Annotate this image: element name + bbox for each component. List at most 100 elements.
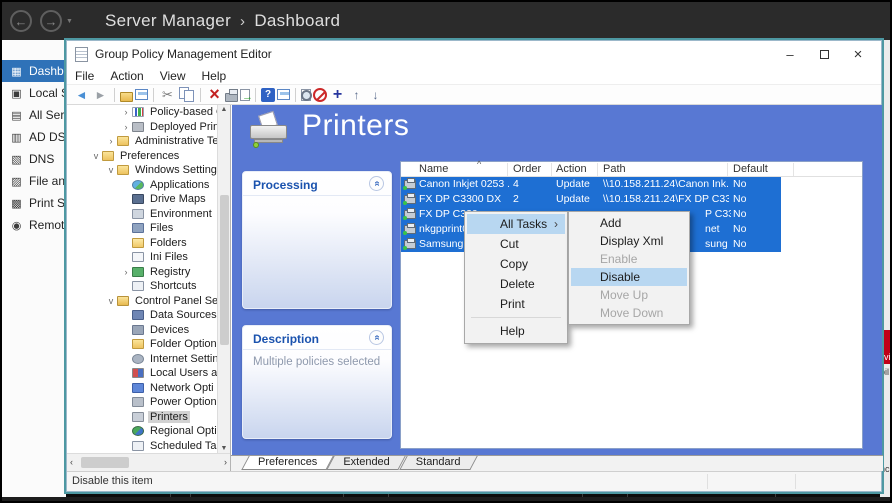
menu-file[interactable]: File (67, 69, 102, 83)
tree-item-scheduled-tas[interactable]: Scheduled Tas (67, 439, 218, 454)
printer-row[interactable]: FX DP C3300 DX2Update\\10.158.211.24\FX … (401, 192, 862, 207)
submenu-item-enable[interactable]: Enable (571, 250, 687, 268)
copy-icon[interactable] (178, 86, 195, 103)
sidebar-item-file-and[interactable]: ▨File and (2, 170, 66, 192)
context-menu-item-print[interactable]: Print (467, 294, 565, 314)
column-header-path[interactable]: Path (603, 163, 626, 175)
context-menu-item-all-tasks[interactable]: All Tasks› (467, 214, 565, 234)
delete-icon[interactable] (206, 86, 223, 103)
tree-item-windows-settings[interactable]: vWindows Settings (67, 163, 218, 178)
maximize-button[interactable] (807, 43, 841, 65)
sidebar-item-remote[interactable]: ◉Remote (2, 214, 66, 236)
export-list-icon[interactable] (240, 89, 250, 101)
tree-item-ini-files[interactable]: Ini Files (67, 250, 218, 265)
tree-item-deployed-prin[interactable]: ›Deployed Prin (67, 120, 218, 135)
scroll-left-icon[interactable]: ‹ (70, 457, 73, 467)
tree-item-power-option[interactable]: Power Option (67, 395, 218, 410)
tree-item-environment[interactable]: Environment (67, 207, 218, 222)
submenu-item-move-up[interactable]: Move Up (571, 286, 687, 304)
back-icon[interactable] (73, 86, 90, 103)
context-menu-item-copy[interactable]: Copy (467, 254, 565, 274)
window-titlebar[interactable]: Group Policy Management Editor – × (67, 41, 881, 67)
column-header-default[interactable]: Default (733, 163, 768, 175)
column-header-name[interactable]: Name (419, 163, 448, 175)
sidebar-item-dns[interactable]: ▧DNS (2, 148, 66, 170)
submenu-item-disable[interactable]: Disable (571, 268, 687, 286)
tab-standard[interactable]: Standard (403, 456, 474, 470)
move-up-icon[interactable] (348, 86, 365, 103)
tree-expander-icon[interactable]: › (105, 136, 117, 146)
help-icon[interactable] (261, 88, 275, 102)
column-header-order[interactable]: Order (513, 163, 541, 175)
disable-item-icon[interactable] (313, 88, 327, 102)
scrollbar-thumb[interactable] (220, 195, 229, 345)
move-down-icon[interactable] (367, 86, 384, 103)
cut-icon[interactable] (159, 86, 176, 103)
submenu-item-add[interactable]: Add (571, 214, 687, 232)
tree-item-preferences[interactable]: vPreferences (67, 149, 218, 164)
tree-expander-icon[interactable]: › (120, 107, 132, 117)
preview-document-icon[interactable] (301, 89, 311, 101)
app-title[interactable]: Server Manager (105, 11, 231, 31)
nav-dropdown-caret-icon[interactable]: ▼ (66, 18, 73, 25)
sidebar-item-all-serve[interactable]: ▤All Serve (2, 104, 66, 126)
add-item-icon[interactable] (329, 86, 346, 103)
forward-icon[interactable] (92, 86, 109, 103)
back-button[interactable]: ← (10, 10, 32, 32)
tree-item-folder-option[interactable]: Folder Option (67, 337, 218, 352)
menu-help[interactable]: Help (194, 69, 235, 83)
collapse-chevron-icon[interactable] (369, 176, 384, 191)
submenu-item-display-xml[interactable]: Display Xml (571, 232, 687, 250)
tree-item-policy-based-q[interactable]: ›Policy-based Q (67, 105, 218, 120)
tree-horizontal-scrollbar[interactable]: ‹ › (67, 453, 230, 471)
submenu-item-move-down[interactable]: Move Down (571, 304, 687, 322)
sidebar-item-dashboard[interactable]: ▦Dashboard (2, 60, 66, 82)
tree-item-local-users-ar[interactable]: Local Users ar (67, 366, 218, 381)
column-header-action[interactable]: Action (556, 163, 587, 175)
context-menu-item-delete[interactable]: Delete (467, 274, 565, 294)
sidebar-item-local-se[interactable]: ▣Local Se (2, 82, 66, 104)
show-list-icon[interactable] (135, 89, 148, 100)
print-icon[interactable] (225, 93, 238, 102)
tree-expander-icon[interactable]: › (120, 267, 132, 277)
tree-item-files[interactable]: Files (67, 221, 218, 236)
collapse-chevron-icon[interactable] (369, 330, 384, 345)
tree-item-drive-maps[interactable]: Drive Maps (67, 192, 218, 207)
forward-button[interactable]: → (40, 10, 62, 32)
up-one-level-icon[interactable] (120, 92, 133, 102)
tree-item-data-sources[interactable]: Data Sources (67, 308, 218, 323)
properties-window-icon[interactable] (277, 89, 290, 100)
tree-item-internet-settin[interactable]: Internet Settin (67, 352, 218, 367)
tree-item-regional-opti[interactable]: Regional Opti (67, 424, 218, 439)
tree-item-administrative-te[interactable]: ›Administrative Te (67, 134, 218, 149)
breadcrumb-current[interactable]: Dashboard (254, 11, 340, 31)
tree-item-shortcuts[interactable]: Shortcuts (67, 279, 218, 294)
tab-extended[interactable]: Extended (330, 456, 402, 470)
scroll-right-icon[interactable]: › (224, 457, 227, 467)
close-button[interactable]: × (841, 43, 875, 65)
tree-item-printers[interactable]: Printers (67, 410, 218, 425)
scroll-down-icon[interactable]: ▼ (218, 445, 230, 452)
tab-preferences[interactable]: Preferences (245, 456, 330, 470)
context-menu-item-cut[interactable]: Cut (467, 234, 565, 254)
tree-item-devices[interactable]: Devices (67, 323, 218, 338)
tree-item-control-panel-set[interactable]: vControl Panel Set (67, 294, 218, 309)
minimize-button[interactable]: – (773, 43, 807, 65)
scroll-up-icon[interactable]: ▲ (218, 106, 230, 113)
tree-expander-icon[interactable]: v (90, 151, 102, 161)
sidebar-item-print-se[interactable]: ▩Print Se (2, 192, 66, 214)
scrollbar-thumb[interactable] (81, 457, 129, 468)
printer-row[interactable]: Canon Inkjet 0253 ...4Update\\10.158.211… (401, 177, 862, 192)
tree-expander-icon[interactable]: › (120, 122, 132, 132)
tree-item-registry[interactable]: ›Registry (67, 265, 218, 280)
tree-expander-icon[interactable]: v (105, 296, 117, 306)
tree-vertical-scrollbar[interactable]: ▲ ▼ (217, 105, 230, 453)
tree-item-folders[interactable]: Folders (67, 236, 218, 251)
menu-action[interactable]: Action (102, 69, 151, 83)
tree-item-network-opti[interactable]: Network Opti (67, 381, 218, 396)
menu-view[interactable]: View (152, 69, 194, 83)
context-menu-item-help[interactable]: Help (467, 321, 565, 341)
tree-item-applications[interactable]: Applications (67, 178, 218, 193)
sidebar-item-ad-ds[interactable]: ▥AD DS (2, 126, 66, 148)
tree-expander-icon[interactable]: v (105, 165, 117, 175)
